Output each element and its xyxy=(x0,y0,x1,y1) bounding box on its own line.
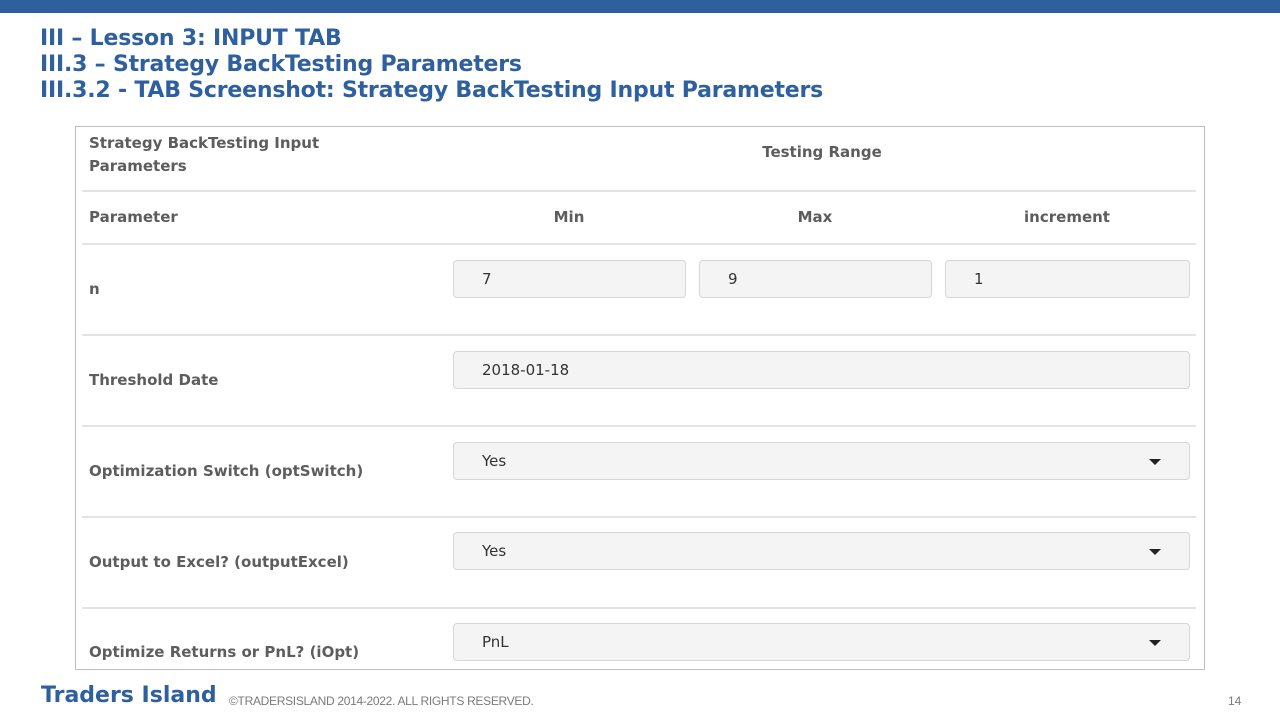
iopt-value: PnL xyxy=(482,633,509,651)
chevron-down-icon xyxy=(1149,549,1161,555)
param-row-opt-switch: Optimization Switch (optSwitch) Yes xyxy=(82,427,1196,518)
param-label-opt-switch: Optimization Switch (optSwitch) xyxy=(89,462,364,480)
backtesting-parameters-panel: Strategy BackTesting Input Parameters Te… xyxy=(75,126,1205,670)
output-excel-value: Yes xyxy=(482,542,507,560)
column-header-parameter: Parameter xyxy=(89,208,178,226)
slide-title-line-3: III.3.2 - TAB Screenshot: Strategy BackT… xyxy=(40,78,824,103)
n-increment-input[interactable]: 1 xyxy=(945,260,1190,298)
footer-copyright: ©TRADERSISLAND 2014-2022. ALL RIGHTS RES… xyxy=(229,694,534,708)
testing-range-header: Testing Range xyxy=(762,143,882,161)
chevron-down-icon xyxy=(1149,459,1161,465)
panel-header-row: Strategy BackTesting Input Parameters Te… xyxy=(82,127,1196,192)
n-min-input[interactable]: 7 xyxy=(453,260,686,298)
threshold-date-input[interactable]: 2018-01-18 xyxy=(453,351,1190,389)
page-number: 14 xyxy=(1228,694,1242,708)
chevron-down-icon xyxy=(1149,640,1161,646)
slide-titles: III – Lesson 3: INPUT TAB III.3 – Strate… xyxy=(40,26,823,104)
param-label-output-excel: Output to Excel? (outputExcel) xyxy=(89,553,349,571)
iopt-select[interactable]: PnL xyxy=(453,623,1190,661)
opt-switch-value: Yes xyxy=(482,452,507,470)
column-header-row: Parameter Min Max increment xyxy=(82,192,1196,245)
opt-switch-select[interactable]: Yes xyxy=(453,442,1190,480)
column-header-min: Min xyxy=(553,208,585,226)
output-excel-select[interactable]: Yes xyxy=(453,532,1190,570)
slide-title-line-2: III.3 – Strategy BackTesting Parameters xyxy=(40,52,522,77)
top-accent-bar xyxy=(0,0,1280,13)
param-label-threshold-date: Threshold Date xyxy=(89,371,219,389)
param-label-n: n xyxy=(89,280,100,298)
param-row-n: n 7 9 1 xyxy=(82,245,1196,336)
param-label-iopt: Optimize Returns or PnL? (iOpt) xyxy=(89,643,360,661)
footer-brand-logo: Traders Island xyxy=(41,683,217,708)
param-row-output-excel: Output to Excel? (outputExcel) Yes xyxy=(82,518,1196,609)
param-row-threshold-date: Threshold Date 2018-01-18 xyxy=(82,336,1196,427)
n-max-input[interactable]: 9 xyxy=(699,260,932,298)
column-header-increment: increment xyxy=(1024,208,1110,226)
slide-title-line-1: III – Lesson 3: INPUT TAB xyxy=(40,26,342,51)
panel-header-left: Strategy BackTesting Input Parameters xyxy=(89,134,320,175)
param-row-iopt: Optimize Returns or PnL? (iOpt) PnL xyxy=(82,609,1196,669)
column-header-max: Max xyxy=(797,208,833,226)
